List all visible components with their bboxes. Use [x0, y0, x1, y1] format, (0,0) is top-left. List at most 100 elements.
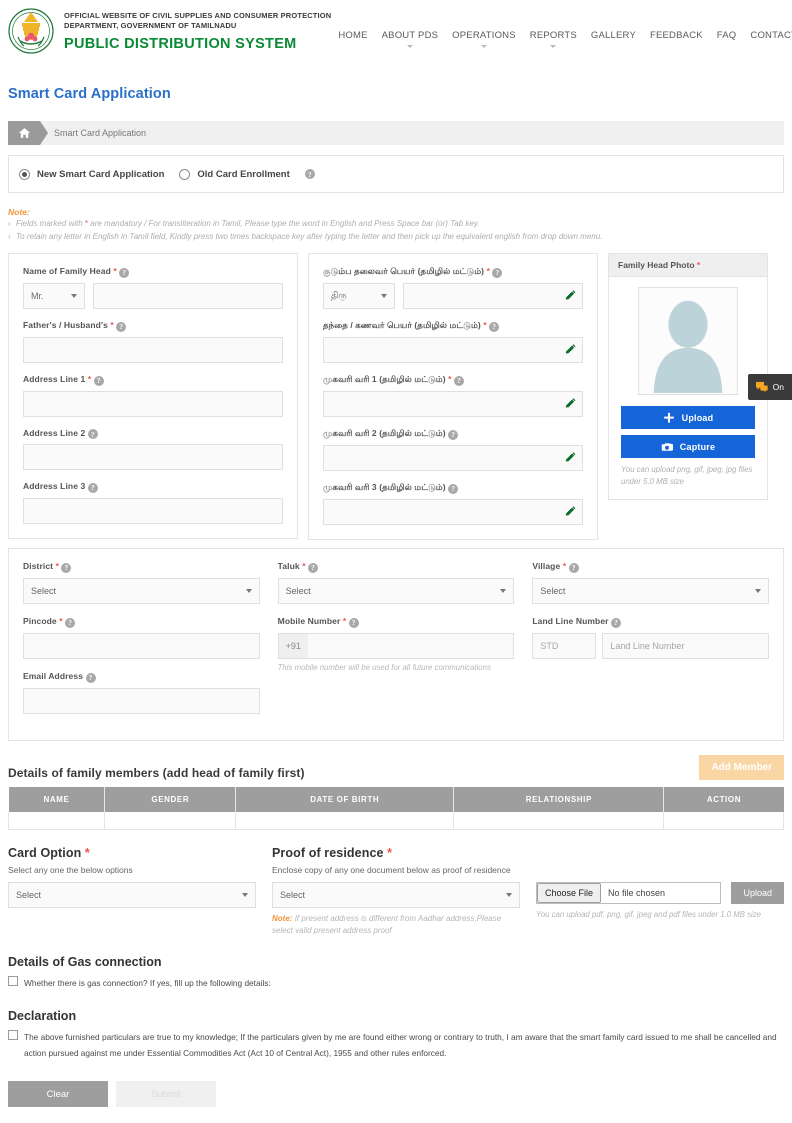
label-text: District: [23, 561, 54, 572]
input-mobile-number[interactable]: [308, 632, 515, 659]
help-icon[interactable]: ?: [119, 268, 130, 279]
add-member-button[interactable]: Add Member: [699, 754, 784, 780]
input-address-line-1[interactable]: [23, 390, 283, 417]
clear-button[interactable]: Clear: [8, 1081, 108, 1108]
nav-item-about-pds[interactable]: ABOUT PDS: [375, 28, 446, 43]
proof-note-text: If present address is different from Aad…: [272, 914, 502, 936]
help-icon[interactable]: ?: [308, 563, 319, 574]
help-icon[interactable]: ?: [568, 563, 579, 574]
label-text: Taluk: [277, 561, 300, 572]
nav-item-faq[interactable]: FAQ: [710, 28, 744, 43]
input-address-line-1-tamil[interactable]: [323, 391, 583, 418]
nav-item-reports[interactable]: REPORTS: [523, 28, 584, 43]
family-members-table: NAME GENDER DATE OF BIRTH RELATIONSHIP ACTIO…: [7, 786, 784, 831]
select-village[interactable]: Select: [532, 578, 770, 605]
site-subtitle-line-2: DEPARTMENT, GOVERNMENT OF TAMILNADU: [64, 21, 237, 30]
input-fathers-husbands-name-tamil[interactable]: [323, 337, 583, 364]
input-name-of-family-head[interactable]: [93, 283, 283, 310]
help-icon[interactable]: ?: [304, 169, 315, 180]
input-landline-number[interactable]: [602, 632, 770, 659]
upload-document-button[interactable]: Upload: [731, 882, 784, 905]
pencil-icon[interactable]: [564, 452, 576, 464]
select-district[interactable]: Select: [23, 578, 260, 605]
help-icon[interactable]: ?: [448, 484, 459, 495]
submit-button[interactable]: Submit: [116, 1081, 216, 1108]
table-column-header: GENDER: [104, 786, 237, 812]
card-option-title: Card Option *: [8, 846, 90, 861]
help-icon[interactable]: ?: [87, 429, 98, 440]
label-address-line-2: Address Line 2 ?: [23, 428, 283, 440]
help-icon[interactable]: ?: [85, 672, 96, 683]
input-address-line-2[interactable]: [23, 444, 283, 471]
help-icon[interactable]: ?: [611, 617, 622, 628]
checkbox-declaration[interactable]: [8, 1030, 18, 1041]
help-icon[interactable]: ?: [87, 483, 98, 494]
select-card-option[interactable]: Select: [8, 882, 256, 909]
label-address-line-2-tamil: முகவரி வரி 2 (தமிழில் மட்டும்) ?: [323, 428, 583, 441]
input-pincode[interactable]: [23, 632, 260, 659]
breadcrumb-home-button[interactable]: [8, 121, 48, 146]
field-fathers-husbands-name-tamil: தந்தை / கணவர் பெயர் (தமிழில் மட்டும்) * …: [323, 320, 583, 364]
nav-item-home[interactable]: HOME: [331, 28, 374, 43]
file-input-box[interactable]: Choose File No file chosen: [536, 882, 722, 905]
label-text: Pincode: [23, 616, 57, 627]
help-icon[interactable]: ?: [454, 376, 465, 387]
help-icon[interactable]: ?: [489, 322, 500, 333]
file-upload-block: Choose File No file chosen Upload You ca…: [536, 846, 784, 937]
select-taluk[interactable]: Select: [277, 578, 515, 605]
nav-item-feedback[interactable]: FEEDBACK: [643, 28, 710, 43]
pencil-icon[interactable]: [564, 398, 576, 410]
pencil-icon[interactable]: [564, 344, 576, 356]
photo-preview-frame: [638, 287, 738, 396]
note-line-1: Fields marked with * are mandatory / For…: [8, 217, 784, 230]
live-chat-tab[interactable]: On: [748, 374, 792, 400]
site-branding: OFFICIAL WEBSITE OF CIVIL SUPPLIES AND C…: [64, 11, 331, 52]
location-column-3: Village * ? Select Land Line Number ?: [532, 561, 770, 725]
nav-item-contact-us[interactable]: CONTACT US: [743, 28, 792, 43]
select-title-tamil[interactable]: திரு: [323, 283, 395, 310]
site-subtitle-line-1: OFFICIAL WEBSITE OF CIVIL SUPPLIES AND C…: [64, 10, 332, 20]
field-land-line-number: Land Line Number ?: [532, 616, 770, 659]
help-icon[interactable]: ?: [448, 430, 459, 441]
field-name-of-family-head: Name of Family Head * ? Mr.: [23, 266, 283, 310]
input-address-line-3[interactable]: [23, 498, 283, 525]
select-proof-of-residence[interactable]: Select: [272, 882, 520, 909]
help-icon[interactable]: ?: [93, 375, 104, 386]
field-pincode: Pincode * ?: [23, 616, 260, 659]
help-icon[interactable]: ?: [116, 321, 127, 332]
upload-photo-button[interactable]: Upload: [621, 406, 755, 430]
help-icon[interactable]: ?: [492, 268, 503, 279]
help-icon[interactable]: ?: [348, 617, 359, 628]
english-details-panel: Name of Family Head * ? Mr. Father's / H…: [8, 253, 298, 540]
upload-photo-label: Upload: [681, 412, 714, 423]
family-members-title: Details of family members (add head of f…: [8, 765, 305, 780]
input-address-line-2-tamil[interactable]: [323, 445, 583, 472]
nav-item-gallery[interactable]: GALLERY: [584, 28, 643, 43]
label-name-of-family-head: Name of Family Head * ?: [23, 266, 283, 279]
input-address-line-3-tamil[interactable]: [323, 499, 583, 526]
nav-item-operations[interactable]: OPERATIONS: [445, 28, 523, 43]
pencil-icon[interactable]: [564, 290, 576, 302]
radio-old-card-enrollment[interactable]: [179, 168, 191, 180]
card-option-title-text: Card Option: [8, 846, 82, 861]
input-landline-std[interactable]: [532, 632, 597, 659]
label-old-card-enrollment: Old Card Enrollment: [197, 168, 290, 180]
field-email-address: Email Address ?: [23, 671, 260, 714]
family-members-table-body: [7, 811, 784, 831]
input-fathers-husbands-name[interactable]: [23, 336, 283, 363]
input-email-address[interactable]: [23, 687, 260, 714]
label-address-line-1: Address Line 1 * ?: [23, 374, 283, 386]
gas-connection-title: Details of Gas connection: [8, 955, 162, 970]
select-title-english[interactable]: Mr.: [23, 283, 85, 310]
label-text: தந்தை / கணவர் பெயர் (தமிழில் மட்டும்): [323, 320, 481, 331]
input-name-of-family-head-tamil[interactable]: [403, 283, 583, 310]
help-icon[interactable]: ?: [65, 617, 76, 628]
pencil-icon[interactable]: [564, 506, 576, 518]
label-pincode: Pincode * ?: [23, 616, 260, 628]
radio-new-smart-card-application[interactable]: [19, 168, 30, 180]
mobile-country-prefix: +91: [277, 632, 309, 659]
help-icon[interactable]: ?: [61, 563, 72, 574]
checkbox-gas-connection[interactable]: [8, 976, 18, 987]
choose-file-button[interactable]: Choose File: [537, 883, 602, 904]
capture-photo-button[interactable]: Capture: [621, 435, 755, 459]
